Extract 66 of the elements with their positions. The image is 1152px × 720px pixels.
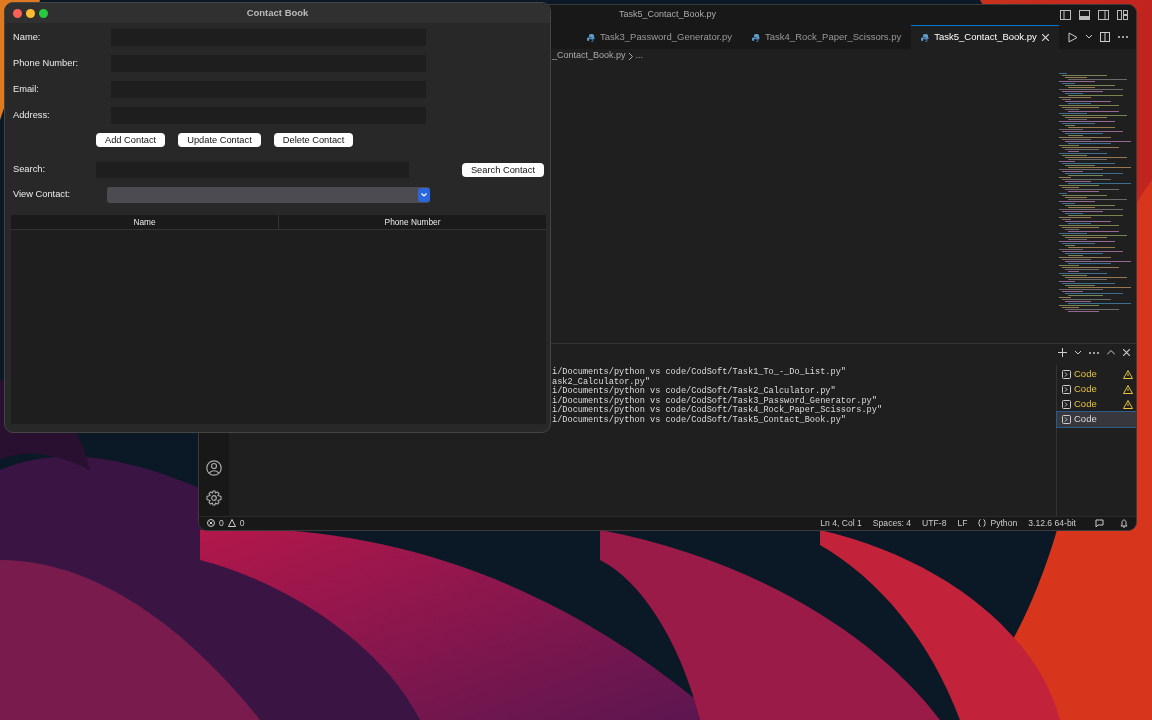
search-button[interactable]: Search Contact <box>461 162 544 177</box>
warning-icon <box>227 519 236 528</box>
terminal-item[interactable]: Code <box>1057 397 1136 412</box>
status-item[interactable]: Spaces: 4 <box>872 517 912 530</box>
status-item[interactable]: UTF-8 <box>922 517 947 530</box>
terminal-line: i/Documents/python vs code/CodSoft/Task3_Password_Generator.py" <box>552 396 877 406</box>
braces-icon <box>978 519 987 528</box>
field-label: Name: <box>13 30 42 44</box>
field-label: View Contact: <box>13 188 72 202</box>
column-header[interactable]: Name <box>11 215 278 229</box>
chevron-down-icon <box>421 193 427 197</box>
sidebar-right-toggle-icon[interactable] <box>1098 10 1109 20</box>
action-button[interactable]: Delete Contact <box>273 133 354 147</box>
minimize-button[interactable] <box>26 8 35 18</box>
terminal-icon <box>1062 385 1071 394</box>
status-item[interactable]: 3.12.6 64-bit <box>1028 517 1076 530</box>
status-item[interactable]: LF <box>957 517 968 530</box>
terminal-line: i/Documents/python vs code/CodSoft/Task1_To_-_Do_List.py" <box>552 368 846 377</box>
field-label: Email: <box>13 82 40 96</box>
column-header[interactable]: Phone Number <box>278 215 546 229</box>
action-button[interactable]: Add Contact <box>96 133 166 147</box>
editor-tab[interactable]: Task5_Contact_Book.py <box>911 25 1059 49</box>
terminal-line: i/Documents/python vs code/CodSoft/Task4_Rock_Paper_Scissors.py" <box>552 406 883 416</box>
caret-icon[interactable] <box>1075 350 1081 355</box>
more-icon[interactable] <box>1089 351 1099 354</box>
error-icon <box>207 519 215 528</box>
field-label: Phone Number: <box>13 56 80 70</box>
layout-icon[interactable] <box>1117 10 1128 20</box>
feedback-icon[interactable] <box>1095 519 1104 528</box>
bell-icon[interactable] <box>1120 519 1128 528</box>
zoom-button[interactable] <box>39 8 48 18</box>
python-file-icon <box>587 33 595 42</box>
terminal-item[interactable]: Code <box>1057 382 1136 397</box>
breadcrumb-item[interactable]: _Contact_Book.py <box>552 49 626 63</box>
window-title: Contact Book <box>246 6 309 18</box>
account-icon[interactable] <box>206 460 222 476</box>
status-item[interactable]: Ln 4, Col 1 <box>820 517 862 530</box>
problems-indicator[interactable]: 0 0 <box>207 517 245 530</box>
terminal-line: ask2_Calculator.py" <box>552 377 650 387</box>
close-icon[interactable] <box>1123 349 1130 356</box>
python-file-icon <box>921 33 930 42</box>
add-icon[interactable] <box>1058 348 1067 357</box>
terminal-item[interactable]: Code <box>1057 412 1136 427</box>
terminal-icon <box>1062 400 1071 409</box>
python-file-icon <box>752 33 761 42</box>
window-title: Task5_Contact_Book.py <box>618 9 717 20</box>
terminal-line: i/Documents/python vs code/CodSoft/Task2_Calculator.py" <box>552 387 836 397</box>
sidebar-toggle-icon[interactable] <box>1060 10 1071 20</box>
maximize-icon[interactable] <box>1107 350 1115 355</box>
run-icon[interactable] <box>1068 31 1078 43</box>
breadcrumb-item[interactable]: ... <box>635 49 644 63</box>
split-editor-icon[interactable] <box>1100 32 1110 42</box>
terminal-item[interactable]: Code <box>1057 367 1136 382</box>
language-indicator[interactable]: Python <box>978 517 1018 530</box>
panel-toggle-icon[interactable] <box>1079 10 1090 20</box>
settings-icon[interactable] <box>206 490 222 506</box>
action-button[interactable]: Update Contact <box>178 133 261 147</box>
terminal-icon <box>1062 370 1071 379</box>
terminal-line: i/Documents/python vs code/CodSoft/Task5_Contact_Book.py" <box>552 415 846 426</box>
terminal-icon <box>1062 415 1071 424</box>
caret-icon[interactable] <box>1086 35 1092 39</box>
field-label: Address: <box>13 108 51 122</box>
chevron-icon <box>628 52 633 60</box>
close-button[interactable] <box>13 8 22 18</box>
close-icon[interactable] <box>1041 34 1049 41</box>
field-label: Search: <box>13 162 47 176</box>
